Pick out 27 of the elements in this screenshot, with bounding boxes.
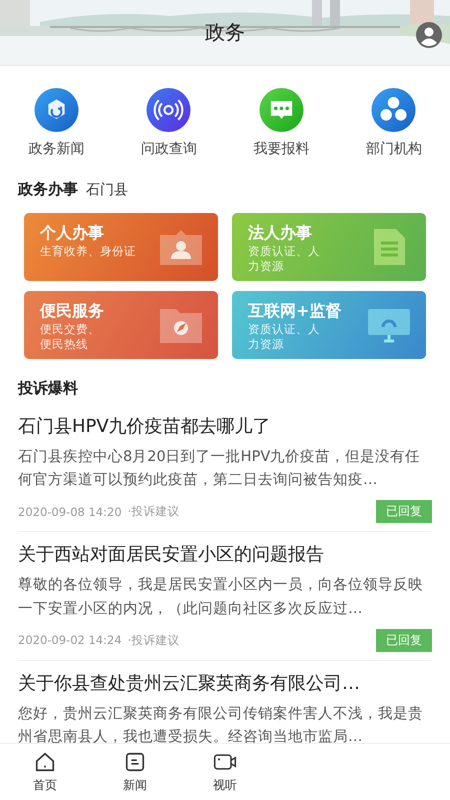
complaint-date: 2020-09-08 14:20 [18, 504, 122, 519]
id-card-icon [158, 227, 204, 267]
section-heading: 政务办事 [18, 180, 78, 199]
complaint-summary: 石门县疾控中心8月20日到了一批HPV九价疫苗，但是没有任何官方渠道可以预约此疫苗，第二日去询问被告知疫… [18, 448, 422, 490]
page-title: 政务 [205, 19, 245, 46]
nav-tab[interactable]: 新闻 [90, 744, 180, 800]
news-icon [123, 750, 147, 772]
complaint-category: ·投诉建议 [128, 504, 180, 520]
home-icon [33, 750, 57, 772]
quick-link[interactable]: 我要报料 [225, 88, 338, 158]
complaint-date: 2020-09-02 14:24 [18, 633, 122, 648]
quick-link[interactable]: 政务新闻 [0, 88, 112, 158]
status-badge: 已回复 [376, 500, 432, 524]
nav-tab[interactable]: 视听 [180, 744, 270, 800]
complaint-category: ·投诉建议 [128, 632, 180, 648]
complaint-title[interactable]: 关于你县查处贵州云汇聚英商务有限公司… [18, 670, 432, 695]
user-avatar-icon[interactable] [416, 22, 442, 48]
status-badge: 已回复 [376, 628, 432, 652]
complaint-summary: 您好，贵州云汇聚英商务有限公司传销案件害人不浅，我是贵州省思南县人，我也遭受损失。经咨询当地市监局… [18, 704, 424, 743]
section-heading: 投诉爆料 [18, 378, 79, 399]
location-label: 石门县 [86, 181, 128, 199]
quick-link[interactable]: 问政查询 [112, 88, 225, 158]
complaint-title[interactable]: 关于西站对面居民安置小区的问题报告 [18, 542, 432, 566]
complaint-summary: 尊敬的各位领导，我是居民安置小区内一员，向各位领导反映一下安置小区的内况，（此问题向社区多次反应过… [18, 576, 424, 619]
nav-tab[interactable]: 首页 [0, 744, 90, 800]
complaint-title[interactable]: 石门县HPV九价疫苗都去哪儿了 [18, 414, 432, 438]
quick-link[interactable]: 部门机构 [338, 88, 450, 158]
